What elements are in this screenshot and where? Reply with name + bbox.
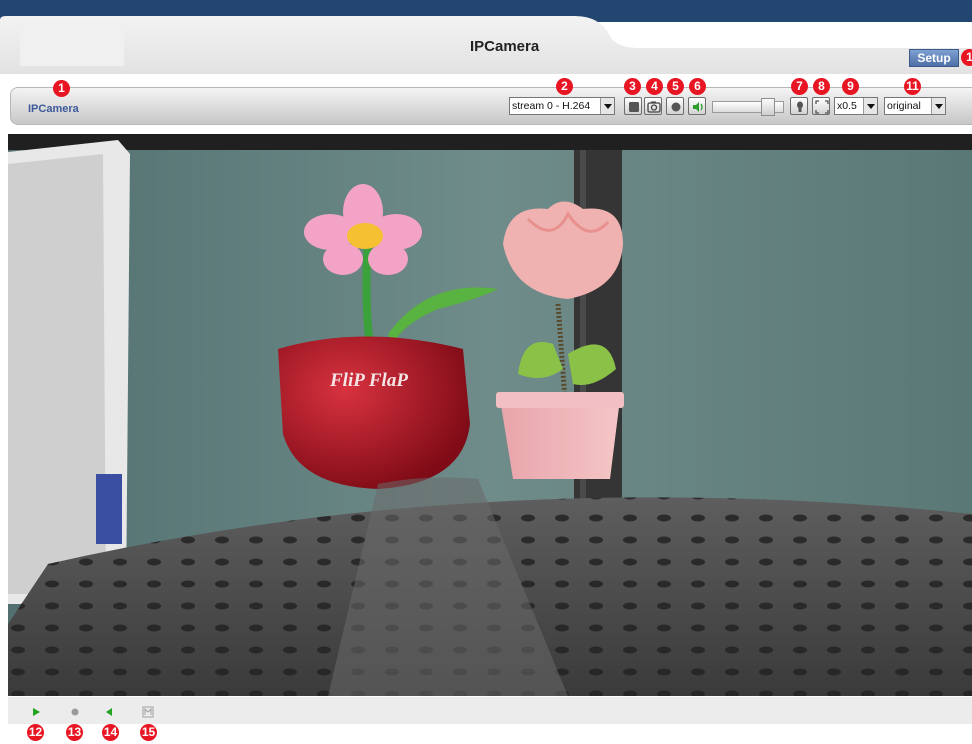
fullscreen-icon (815, 100, 829, 114)
callout-2: 2 (556, 78, 573, 95)
pot-brand-text: FliP FlaP (329, 370, 408, 391)
callout-6: 6 (689, 78, 706, 95)
record-icon (671, 102, 681, 112)
callout-3: 3 (624, 78, 641, 95)
stream-select[interactable]: stream 0 - H.264 (509, 97, 615, 115)
snapshot-button[interactable] (644, 97, 662, 115)
speaker-icon (693, 102, 703, 112)
callout-1: 1 (53, 80, 70, 97)
play-icon (33, 708, 40, 716)
callout-11: 11 (904, 78, 921, 95)
callout-8: 8 (813, 78, 830, 95)
ipcamera-web-client: IPCamera Setup IPCamera stream 0 - H.264… (0, 0, 972, 744)
camera-name-link[interactable]: IPCamera (28, 103, 79, 115)
zoom-select[interactable]: x0.5 (834, 97, 878, 115)
page-title: IPCamera (470, 38, 540, 55)
dot-icon (71, 708, 79, 716)
record-button[interactable] (666, 97, 684, 115)
callout-7: 7 (791, 78, 808, 95)
callout-15: 15 (140, 724, 157, 741)
size-select-value: original (887, 100, 921, 112)
callout-12: 12 (27, 724, 44, 741)
stream-select-value: stream 0 - H.264 (512, 100, 591, 112)
stop-icon (629, 102, 639, 112)
logo-placeholder (20, 24, 124, 66)
callout-5: 5 (667, 78, 684, 95)
setup-button[interactable]: Setup (909, 49, 959, 67)
mute-icon (142, 706, 154, 718)
callout-13: 13 (66, 724, 83, 741)
callout-4: 4 (646, 78, 663, 95)
talk-button[interactable] (104, 705, 116, 717)
volume-slider-thumb[interactable] (761, 98, 776, 116)
callout-9: 9 (842, 78, 859, 95)
mute-button[interactable] (142, 705, 154, 718)
bulb-icon (797, 101, 803, 112)
zoom-select-value: x0.5 (837, 100, 857, 112)
chevron-down-icon (863, 98, 877, 114)
callout-14: 14 (102, 724, 119, 741)
stop-button[interactable] (624, 97, 642, 115)
chevron-down-icon (931, 98, 945, 114)
talk-icon (106, 708, 112, 716)
callout-10: 1 (961, 49, 972, 66)
play-button[interactable] (30, 705, 42, 717)
camera-icon (647, 101, 661, 113)
audio-button[interactable] (688, 97, 706, 115)
record-status-button[interactable] (69, 705, 81, 717)
video-feed[interactable]: FliP FlaP (8, 134, 972, 696)
chevron-down-icon (600, 98, 614, 114)
fullscreen-button[interactable] (812, 97, 830, 115)
size-select[interactable]: original (884, 97, 946, 115)
light-button[interactable] (790, 97, 808, 115)
